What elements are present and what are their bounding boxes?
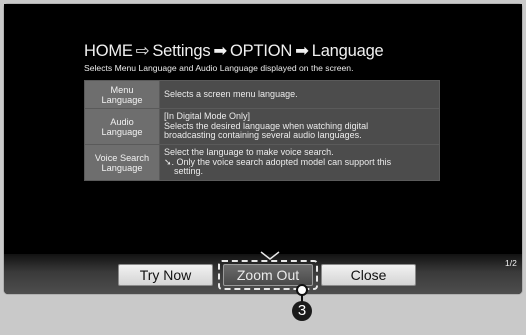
option-description: [In Digital Mode Only] Selects the desir…: [159, 108, 440, 145]
option-name: Voice Search Language: [84, 144, 160, 181]
callout-pointer: [296, 284, 308, 296]
breadcrumb: HOME ⇨ Settings ➡ OPTION ➡ Language: [84, 41, 384, 61]
arrow-outline-icon: ⇨: [135, 42, 150, 60]
chevron-down-icon: [260, 251, 280, 260]
manual-illustration: HOME ⇨ Settings ➡ OPTION ➡ Language Selects Me…: [0, 0, 526, 335]
table-row: Audio Language [In Digital Mode Only] Se…: [84, 108, 440, 145]
zoom-out-button[interactable]: Zoom Out: [223, 264, 313, 286]
page-description: Selects Menu Language and Audio Language…: [84, 63, 354, 73]
breadcrumb-option: OPTION: [230, 42, 293, 60]
try-now-button[interactable]: Try Now: [118, 264, 213, 286]
e-manual-content: HOME ⇨ Settings ➡ OPTION ➡ Language Selects Me…: [4, 4, 522, 254]
note-text: ➘. Only the voice search adopted model c…: [164, 156, 392, 167]
breadcrumb-language: Language: [311, 42, 384, 60]
close-button[interactable]: Close: [321, 264, 416, 286]
breadcrumb-home: HOME: [84, 42, 133, 60]
table-row: Menu Language Selects a screen menu lang…: [84, 80, 440, 109]
breadcrumb-settings: Settings: [152, 42, 211, 60]
page-indicator: 1/2: [505, 258, 517, 268]
table-row: Voice Search Language Select the languag…: [84, 144, 440, 181]
options-table: Menu Language Selects a screen menu lang…: [84, 80, 440, 181]
callout-number-badge: 3: [292, 301, 312, 321]
arrow-solid-icon: ➡: [295, 42, 309, 60]
arrow-solid-icon: ➡: [213, 42, 228, 60]
option-description: Select the language to make voice search…: [159, 144, 440, 181]
option-name: Menu Language: [84, 80, 160, 109]
option-description: Selects a screen menu language.: [159, 80, 440, 109]
option-name: Audio Language: [84, 108, 160, 145]
